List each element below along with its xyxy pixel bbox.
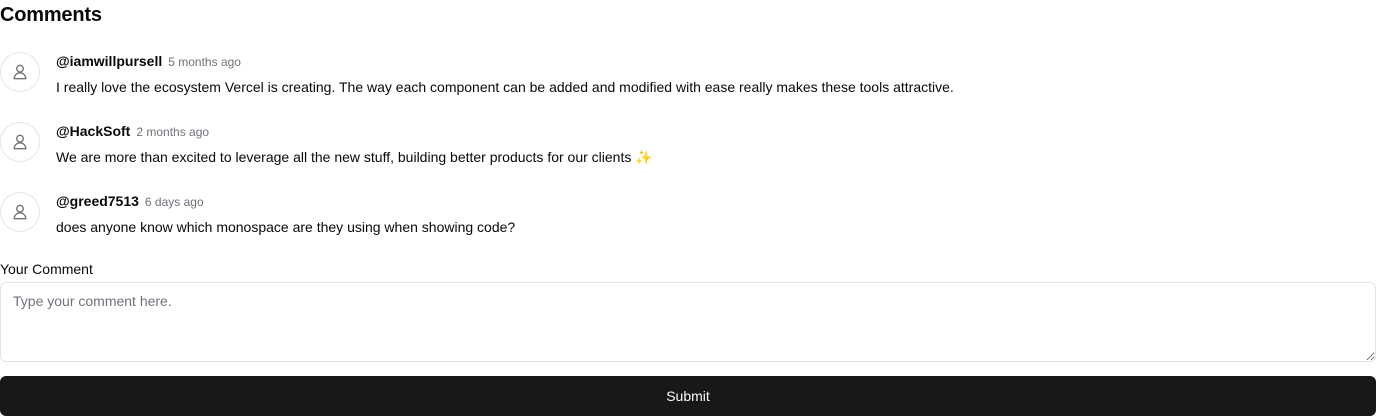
user-icon xyxy=(13,134,27,150)
comment-item: @greed7513 6 days ago does anyone know wh… xyxy=(0,192,1376,244)
submit-button[interactable]: Submit xyxy=(0,376,1376,416)
avatar xyxy=(0,52,40,92)
user-icon xyxy=(13,204,27,220)
avatar xyxy=(0,122,40,162)
comment-time: 6 days ago xyxy=(144,195,204,209)
comment-text: does anyone know which monospace are the… xyxy=(56,219,516,235)
avatar xyxy=(0,192,40,232)
comment-author: @HackSoft xyxy=(56,123,131,139)
comment-time: 2 months ago xyxy=(136,125,210,139)
comment-text: We are more than excited to leverage all… xyxy=(56,149,653,165)
comment-header: @iamwillpursell 5 months ago xyxy=(56,51,241,71)
comment-header: @HackSoft 2 months ago xyxy=(56,121,209,141)
comment-item: @HackSoft 2 months ago We are more than e… xyxy=(0,122,1376,174)
comment-text: I really love the ecosystem Vercel is cr… xyxy=(56,79,954,95)
comment-time: 5 months ago xyxy=(168,55,241,69)
comments-section: Comments @iamwillpursell 5 months ago I r… xyxy=(0,0,1376,416)
comment-field-label: Your Comment xyxy=(0,261,93,277)
section-title: Comments xyxy=(0,4,102,26)
comment-textarea[interactable] xyxy=(0,282,1376,362)
comment-author: @iamwillpursell xyxy=(56,53,163,69)
user-icon xyxy=(13,64,27,80)
comment-item: @iamwillpursell 5 months ago I really lov… xyxy=(0,52,1376,104)
comment-header: @greed7513 6 days ago xyxy=(56,191,204,211)
comment-author: @greed7513 xyxy=(56,193,139,209)
